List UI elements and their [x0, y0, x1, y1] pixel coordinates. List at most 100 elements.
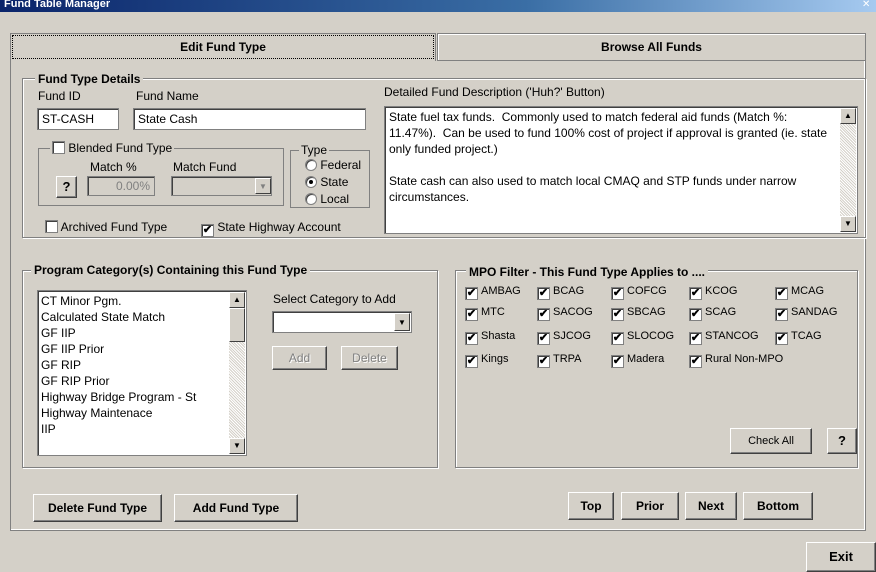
mpo-option-ambag[interactable]: ✔ AMBAG [465, 285, 521, 300]
mpo-help-button[interactable]: ? [827, 428, 857, 454]
mpo-checkbox[interactable]: ✔ [537, 308, 550, 321]
mpo-option-mcag[interactable]: ✔ MCAG [775, 285, 824, 300]
mpo-option-cofcg[interactable]: ✔ COFCG [611, 285, 667, 300]
mpo-option-stancog[interactable]: ✔ STANCOG [689, 330, 759, 345]
mpo-option-kings[interactable]: ✔ Kings [465, 353, 509, 368]
next-record-button[interactable]: Next [685, 492, 737, 520]
match-fund-label: Match Fund [173, 160, 237, 174]
mpo-checkbox[interactable]: ✔ [537, 332, 550, 345]
add-fund-type-button[interactable]: Add Fund Type [174, 494, 298, 522]
chevron-down-icon[interactable]: ▼ [394, 313, 410, 331]
mpo-option-sacog[interactable]: ✔ SACOG [537, 306, 593, 321]
mpo-label: TRPA [553, 353, 582, 365]
list-item[interactable]: CT Minor Pgm. [38, 293, 228, 309]
mpo-checkbox[interactable]: ✔ [689, 332, 702, 345]
mpo-option-madera[interactable]: ✔ Madera [611, 353, 664, 368]
list-item[interactable]: GF IIP [38, 325, 228, 341]
radio-state[interactable] [305, 176, 317, 188]
mpo-label: MTC [481, 306, 505, 318]
mpo-checkbox[interactable]: ✔ [689, 355, 702, 368]
program-category-list[interactable]: CT Minor Pgm. Calculated State Match GF … [37, 290, 247, 456]
list-item[interactable]: Highway Maintenace [38, 405, 228, 421]
fund-name-field[interactable]: State Cash [133, 108, 366, 130]
scroll-down-icon[interactable]: ▼ [229, 438, 245, 454]
mpo-option-trpa[interactable]: ✔ TRPA [537, 353, 582, 368]
type-radio-local[interactable]: Local [305, 192, 349, 206]
mpo-option-kcog[interactable]: ✔ KCOG [689, 285, 737, 300]
mpo-option-sandag[interactable]: ✔ SANDAG [775, 306, 837, 321]
type-radio-state[interactable]: State [305, 175, 348, 189]
bottom-record-button[interactable]: Bottom [743, 492, 813, 520]
mpo-checkbox[interactable]: ✔ [611, 287, 624, 300]
mpo-checkbox[interactable]: ✔ [537, 287, 550, 300]
check-all-button[interactable]: Check All [730, 428, 812, 454]
mpo-option-scag[interactable]: ✔ SCAG [689, 306, 736, 321]
mpo-checkbox[interactable]: ✔ [465, 287, 478, 300]
mpo-checkbox[interactable]: ✔ [611, 355, 624, 368]
match-fund-dropdown-icon: ▼ [255, 178, 271, 194]
tab-edit-fund-type-label: Edit Fund Type [180, 40, 266, 54]
mpo-checkbox[interactable]: ✔ [775, 287, 788, 300]
program-list-scrollbar[interactable]: ▲ ▼ [229, 292, 245, 454]
scroll-up-icon[interactable]: ▲ [229, 292, 245, 308]
blended-help-button[interactable]: ? [56, 176, 77, 198]
mpo-checkbox[interactable]: ✔ [465, 308, 478, 321]
fund-name-label: Fund Name [136, 89, 199, 103]
mpo-option-rural-non-mpo[interactable]: ✔ Rural Non-MPO [689, 353, 783, 368]
scroll-thumb[interactable] [229, 308, 245, 342]
list-item[interactable]: Calculated State Match [38, 309, 228, 325]
mpo-checkbox[interactable]: ✔ [689, 308, 702, 321]
mpo-option-tcag[interactable]: ✔ TCAG [775, 330, 822, 345]
list-item[interactable]: GF RIP Prior [38, 373, 228, 389]
state-highway-account-checkbox[interactable]: ✔ [201, 224, 214, 237]
radio-federal[interactable] [305, 159, 317, 171]
mpo-checkbox[interactable]: ✔ [689, 287, 702, 300]
tab-browse-all-funds-label: Browse All Funds [601, 40, 702, 54]
mpo-checkbox[interactable]: ✔ [465, 355, 478, 368]
close-icon[interactable]: ✕ [862, 0, 872, 10]
archived-fund-type-option[interactable]: Archived Fund Type [45, 220, 167, 234]
list-item[interactable]: IIP [38, 421, 228, 437]
mpo-checkbox[interactable]: ✔ [611, 332, 624, 345]
select-category-combo[interactable] [272, 311, 412, 333]
fund-type-details-legend: Fund Type Details [35, 72, 144, 86]
archived-fund-type-checkbox[interactable] [45, 220, 58, 233]
exit-button[interactable]: Exit [806, 542, 876, 572]
scroll-up-icon[interactable]: ▲ [840, 108, 856, 124]
list-item[interactable]: Highway Bridge Program - St [38, 389, 228, 405]
mpo-label: Shasta [481, 330, 516, 342]
list-item[interactable]: GF IIP Prior [38, 341, 228, 357]
prior-record-button[interactable]: Prior [621, 492, 679, 520]
mpo-checkbox[interactable]: ✔ [775, 308, 788, 321]
mpo-checkbox[interactable]: ✔ [611, 308, 624, 321]
delete-category-button[interactable]: Delete [341, 346, 398, 370]
mpo-checkbox[interactable]: ✔ [775, 332, 788, 345]
mpo-label: SACOG [553, 306, 593, 318]
program-category-items: CT Minor Pgm. Calculated State Match GF … [38, 293, 228, 437]
mpo-option-mtc[interactable]: ✔ MTC [465, 306, 505, 321]
fund-id-field[interactable]: ST-CASH [37, 108, 119, 130]
select-category-label: Select Category to Add [273, 292, 396, 306]
type-radio-federal[interactable]: Federal [305, 158, 361, 172]
mpo-option-shasta[interactable]: ✔ Shasta [465, 330, 515, 345]
state-highway-account-option[interactable]: ✔ State Highway Account [201, 220, 341, 237]
blended-fund-type-checkbox[interactable] [52, 141, 65, 154]
mpo-checkbox[interactable]: ✔ [465, 332, 478, 345]
list-item[interactable]: GF RIP [38, 357, 228, 373]
add-category-button[interactable]: Add [272, 346, 327, 370]
mpo-option-sjcog[interactable]: ✔ SJCOG [537, 330, 591, 345]
top-record-button[interactable]: Top [568, 492, 614, 520]
description-textarea[interactable]: State fuel tax funds. Commonly used to m… [384, 106, 858, 234]
scroll-down-icon[interactable]: ▼ [840, 216, 856, 232]
type-legend: Type [299, 143, 330, 157]
match-pct-label: Match % [90, 160, 137, 174]
description-scrollbar[interactable]: ▲ ▼ [840, 108, 856, 232]
tab-edit-fund-type[interactable]: Edit Fund Type [10, 33, 436, 61]
tab-browse-all-funds[interactable]: Browse All Funds [437, 33, 866, 61]
mpo-option-bcag[interactable]: ✔ BCAG [537, 285, 584, 300]
mpo-option-slocog[interactable]: ✔ SLOCOG [611, 330, 674, 345]
mpo-checkbox[interactable]: ✔ [537, 355, 550, 368]
radio-local[interactable] [305, 193, 317, 205]
mpo-option-sbcag[interactable]: ✔ SBCAG [611, 306, 666, 321]
delete-fund-type-button[interactable]: Delete Fund Type [33, 494, 162, 522]
